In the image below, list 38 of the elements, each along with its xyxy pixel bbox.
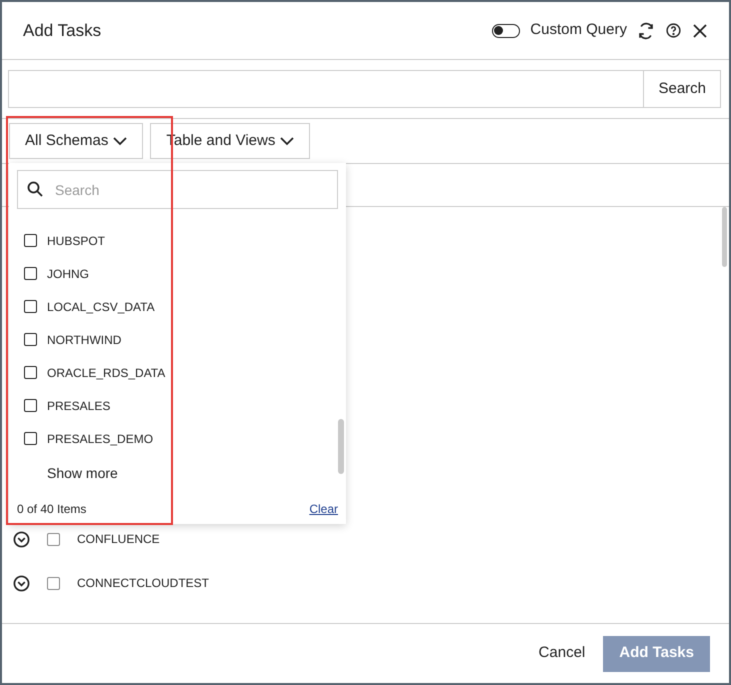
schema-option[interactable]: PRESALES_DEMO [9, 422, 338, 455]
filter-dropdown[interactable]: All Schemas [9, 123, 144, 159]
chevron-down-icon [113, 136, 128, 146]
schema-option[interactable]: HUBSPOT [9, 224, 338, 257]
show-more-button[interactable]: Show more [47, 463, 118, 484]
toggle-label: Custom Query [530, 20, 627, 40]
close-icon[interactable] [692, 22, 708, 38]
schema-option[interactable]: PRESALES [9, 389, 338, 422]
chevron-down-icon [280, 136, 294, 146]
schema-option[interactable]: LOCAL_CSV_DATA [9, 290, 338, 323]
checkbox[interactable] [24, 399, 37, 412]
schema-name: CONFLUENCE [77, 531, 160, 548]
checkbox[interactable] [24, 300, 37, 313]
schema-option[interactable]: JOHNG [9, 257, 338, 290]
refresh-icon[interactable] [637, 22, 655, 40]
checkbox[interactable] [47, 576, 60, 590]
checkbox[interactable] [47, 532, 60, 546]
dropdown-search-field[interactable]: Search [17, 170, 338, 209]
checkbox[interactable] [24, 432, 37, 445]
schema-option[interactable]: ORACLE_RDS_DATA [9, 356, 338, 389]
custom-query-toggle[interactable] [492, 24, 520, 38]
search-field[interactable] [8, 70, 644, 108]
checkbox[interactable] [24, 333, 37, 346]
schema-option[interactable]: NORTHWIND [9, 323, 338, 356]
cancel-button[interactable]: Cancel [536, 642, 588, 665]
expand-circle-icon[interactable] [13, 530, 30, 548]
checkbox[interactable] [24, 366, 37, 379]
schema-name: CONNECTCLOUDTEST [77, 575, 210, 592]
search-button[interactable]: Search [644, 70, 721, 108]
item-count: 0 of 40 Items [17, 501, 86, 518]
help-icon[interactable] [665, 22, 682, 39]
clear-link[interactable]: Clear [309, 500, 338, 518]
scrollbar-thumb [338, 419, 344, 474]
search-icon [27, 181, 43, 197]
checkbox[interactable] [24, 234, 37, 247]
checkbox[interactable] [24, 267, 37, 280]
expand-circle-icon[interactable] [13, 574, 30, 592]
dialog-title: Add Tasks [23, 20, 102, 42]
